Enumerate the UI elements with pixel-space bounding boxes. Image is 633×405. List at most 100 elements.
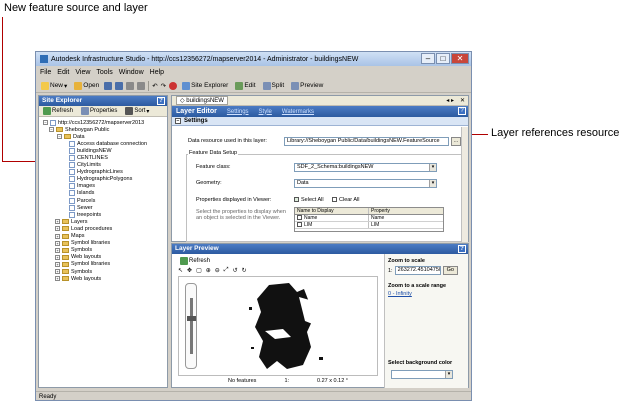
editor-scrollbar[interactable] (461, 127, 468, 242)
scale-input[interactable]: 263272.451047505 (394, 266, 441, 275)
tree-item[interactable]: buildingsNEW (39, 147, 167, 154)
save-all-icon[interactable] (115, 81, 124, 90)
browse-button[interactable]: ... (451, 137, 461, 146)
tree-item[interactable]: treepoints (39, 211, 167, 218)
undo-icon[interactable]: ↶ (152, 82, 157, 90)
go-button[interactable]: Go (442, 266, 458, 275)
link-watermarks[interactable]: Watermarks (282, 109, 314, 115)
close-tab-icon[interactable]: ✕ (460, 97, 465, 104)
zoom-rect-icon[interactable]: ▢ (196, 267, 202, 274)
expand-icon[interactable]: + (55, 261, 60, 267)
tree-item-label: Web layouts (71, 275, 102, 282)
select-all-checkbox[interactable]: Select All (294, 197, 324, 203)
tree-item[interactable]: CENTLINES (39, 154, 167, 162)
maximize-button[interactable]: □ (436, 53, 450, 64)
table-row[interactable]: Name Name (295, 215, 443, 222)
background-color-select[interactable]: ▾ (391, 370, 453, 379)
expand-icon[interactable]: − (57, 134, 62, 140)
zoom-next-icon[interactable]: ↻ (242, 267, 247, 274)
resource-path-field[interactable]: Library://Sheboygan Public/Data/building… (284, 137, 449, 146)
sort-icon (125, 107, 134, 115)
help-icon[interactable]: ? (458, 245, 466, 253)
menu-help[interactable]: Help (150, 69, 164, 76)
sort-button[interactable]: Sort ▾ (123, 107, 151, 115)
tree-item[interactable]: + Symbol libraries (39, 240, 167, 247)
tree-item[interactable]: + Layers (39, 218, 167, 225)
properties-button[interactable]: Properties (79, 107, 119, 115)
tree-item[interactable]: + Web layouts (39, 275, 167, 282)
zoom-previous-icon[interactable]: ↺ (233, 267, 238, 274)
collapse-icon[interactable]: − (175, 118, 181, 124)
split-button[interactable]: Split (261, 81, 287, 90)
expand-icon[interactable]: + (55, 254, 60, 260)
zoom-in-icon[interactable]: ⊕ (206, 267, 211, 274)
save-icon[interactable] (104, 81, 113, 90)
tree-item[interactable]: + Symbol libraries (39, 261, 167, 268)
new-button[interactable]: New ▾ (39, 81, 69, 90)
tree-item[interactable]: − Data (39, 133, 167, 140)
help-icon[interactable]: ? (458, 107, 466, 115)
menu-file[interactable]: File (40, 69, 51, 76)
print-icon[interactable] (126, 81, 135, 90)
tree-item[interactable]: + Maps (39, 233, 167, 240)
toolbar-separator (148, 80, 150, 91)
tree-item[interactable]: + Symbols (39, 268, 167, 275)
feature-class-select[interactable]: SDF_2_Schema:buildingsNEW ▾ (294, 163, 437, 172)
site-explorer-button[interactable]: Site Explorer (180, 81, 230, 90)
copy-icon[interactable] (137, 81, 146, 90)
tree-item[interactable]: HydrographicPolygons (39, 176, 167, 183)
close-button[interactable]: ✕ (451, 53, 469, 64)
minimize-button[interactable]: – (421, 53, 435, 64)
expand-icon[interactable]: − (49, 127, 54, 133)
expand-icon[interactable]: + (55, 247, 60, 253)
stop-icon[interactable] (169, 81, 178, 90)
tree-item[interactable]: Sewer (39, 204, 167, 211)
tree-item[interactable]: HydrographicLines (39, 169, 167, 176)
expand-icon[interactable]: + (55, 276, 60, 282)
tree-item[interactable]: + Web layouts (39, 254, 167, 261)
tab-buildingsnew[interactable]: ◇ buildingsNEW (176, 96, 228, 105)
menu-window[interactable]: Window (119, 69, 144, 76)
tree-item[interactable]: + Symbols (39, 247, 167, 254)
zoom-range-link[interactable]: 0 - Infinity (385, 291, 468, 297)
expand-icon[interactable]: + (55, 219, 60, 225)
settings-section-header[interactable]: − Settings (172, 117, 468, 126)
edit-button[interactable]: Edit (233, 81, 257, 90)
expand-icon[interactable]: + (55, 226, 60, 232)
tree-item[interactable]: − http://ccs12356272/mapserver2013 (39, 119, 167, 126)
checkbox-icon[interactable] (297, 215, 302, 221)
tree-item[interactable]: + Load procedures (39, 225, 167, 232)
help-icon[interactable]: ? (157, 97, 165, 105)
link-style[interactable]: Style (259, 109, 272, 115)
preview-refresh-button[interactable]: Refresh (178, 257, 212, 265)
tab-nav-arrows[interactable]: ◂ ▸ (446, 97, 454, 104)
expand-icon[interactable]: + (55, 233, 60, 239)
tree-item[interactable]: Access database connection (39, 140, 167, 147)
refresh-button[interactable]: Refresh (41, 107, 75, 115)
menu-view[interactable]: View (75, 69, 90, 76)
expand-icon[interactable]: + (55, 240, 60, 246)
link-settings[interactable]: Settings (227, 109, 249, 115)
table-row[interactable]: LIM LIM (295, 222, 443, 229)
tree-item[interactable]: Islands (39, 190, 167, 197)
select-arrow-icon[interactable]: ↖ (178, 267, 183, 274)
menu-tools[interactable]: Tools (96, 69, 112, 76)
expand-icon[interactable]: + (55, 269, 60, 275)
preview-button[interactable]: Preview (289, 81, 325, 90)
pan-icon[interactable]: ✥ (187, 267, 192, 274)
menu-edit[interactable]: Edit (57, 69, 69, 76)
tree-item[interactable]: CityLimits (39, 162, 167, 169)
redo-icon[interactable]: ↷ (161, 82, 166, 90)
clear-all-checkbox[interactable]: Clear All (332, 197, 359, 203)
checkbox-icon[interactable] (297, 222, 302, 228)
open-button[interactable]: Open (72, 81, 101, 90)
tree-item[interactable]: Images (39, 183, 167, 190)
zoom-extents-icon[interactable]: ⤢ (224, 267, 229, 274)
tree-item[interactable]: − Sheboygan Public (39, 126, 167, 133)
footprint-speck (319, 357, 323, 360)
zoom-out-icon[interactable]: ⊖ (215, 267, 220, 274)
expand-icon[interactable]: − (43, 120, 48, 126)
map-canvas[interactable] (178, 276, 378, 376)
tree-item[interactable]: Parcels (39, 197, 167, 204)
geometry-select[interactable]: Data ▾ (294, 179, 437, 188)
